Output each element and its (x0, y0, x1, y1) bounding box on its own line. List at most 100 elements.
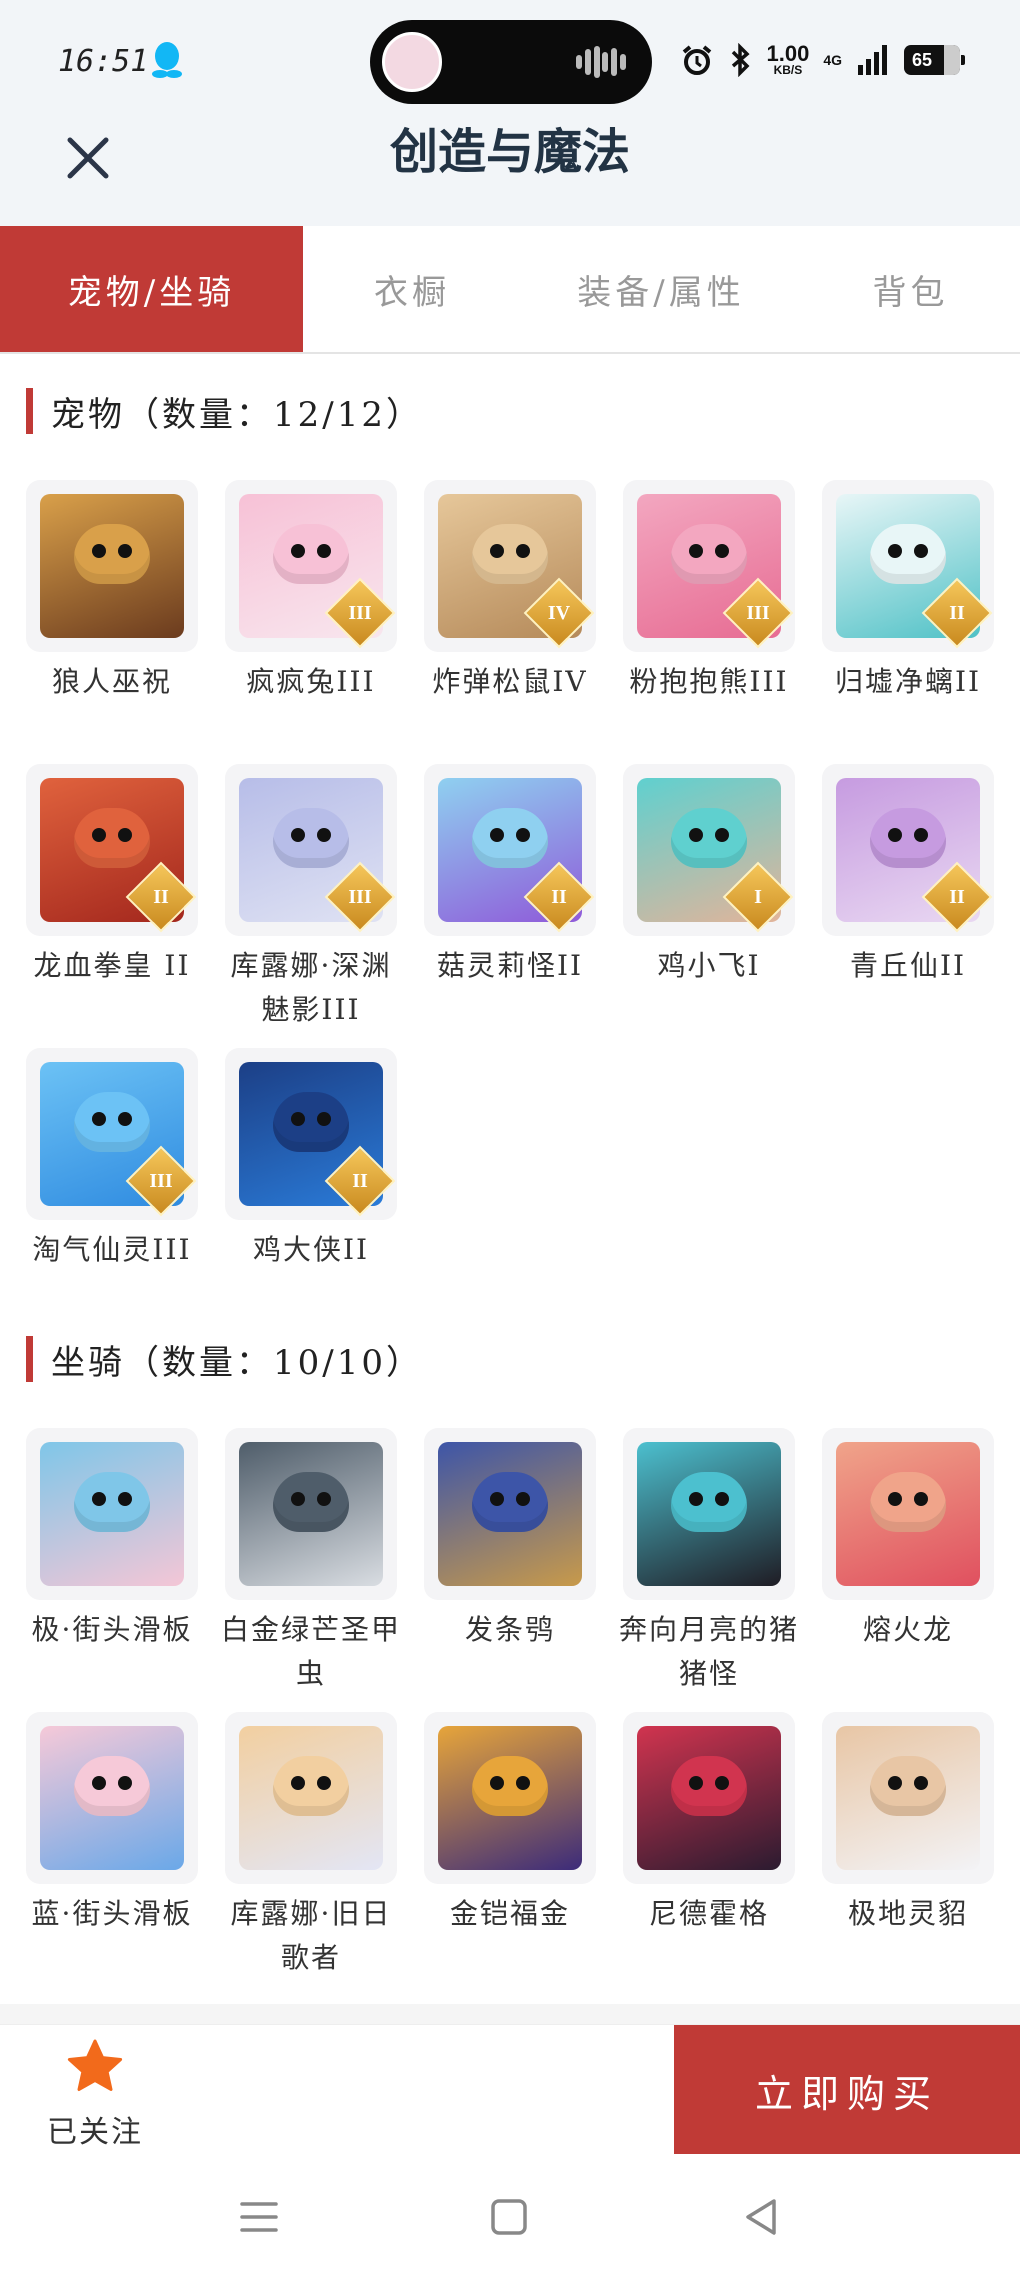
mount-name: 极地灵貂 (847, 1897, 968, 1930)
pet-thumbnail: II (424, 764, 596, 936)
mount-figure-eye (490, 1492, 504, 1506)
pet-card[interactable]: II 龙血拳皇 II (26, 764, 198, 988)
pet-figure-eye (92, 544, 106, 558)
tab-backpack[interactable]: 背包 (801, 226, 1020, 352)
mount-figure-eye (92, 1492, 106, 1506)
rank-badge-label: II (352, 1169, 368, 1192)
mount-figure-eye (689, 1776, 703, 1790)
tab-equipment-attributes[interactable]: 装备/属性 (521, 226, 801, 352)
pet-card[interactable]: II 青丘仙II (822, 764, 994, 988)
mount-thumbnail (623, 1428, 795, 1600)
pet-card[interactable]: III 疯疯兔III (225, 480, 397, 704)
pet-card[interactable]: II 菇灵莉怪II (424, 764, 596, 988)
mount-figure-eye (914, 1776, 928, 1790)
mount-figure-eye (914, 1492, 928, 1506)
pet-name: 归墟净螭II (834, 665, 982, 698)
pet-figure-eye (118, 544, 132, 558)
pet-figure (74, 524, 150, 584)
network-speed: 1.00 KB/S (766, 41, 810, 77)
home-icon[interactable] (484, 2192, 534, 2242)
pet-card[interactable]: III 粉抱抱熊III (623, 480, 795, 704)
back-icon[interactable] (736, 2192, 786, 2242)
mount-figure (273, 1756, 349, 1816)
tab-wardrobe[interactable]: 衣橱 (303, 226, 521, 352)
mount-card[interactable]: 极地灵貂 (822, 1712, 994, 1936)
mount-figure (870, 1756, 946, 1816)
pet-name: 龙血拳皇 II (33, 949, 191, 982)
rank-badge-label: III (149, 1169, 173, 1192)
pet-figure (472, 524, 548, 584)
battery-indicator: 65 (904, 45, 965, 75)
mount-card[interactable]: 发条鸮 (424, 1428, 596, 1652)
mount-figure-eye (118, 1776, 132, 1790)
pet-figure-eye (516, 828, 530, 842)
mount-figure-eye (689, 1492, 703, 1506)
mount-card[interactable]: 极·街头滑板 (26, 1428, 198, 1652)
mount-card[interactable]: 奔向月亮的猪猪怪 (619, 1428, 797, 1696)
pet-card[interactable]: III 库露娜·深渊魅影III (225, 764, 397, 1032)
status-bar: 16:51 1.00 KB/S 4G 65 (0, 0, 1020, 120)
mount-card[interactable]: 白金绿芒圣甲虫 (221, 1428, 399, 1696)
pet-card[interactable]: 狼人巫祝 (26, 480, 198, 704)
follow-button[interactable]: 已关注 (40, 2037, 150, 2151)
rank-badge-label: II (551, 885, 567, 908)
mount-figure-eye (317, 1492, 331, 1506)
bottom-action-bar: 已关注 立即购买 (0, 2024, 1020, 2155)
mount-card[interactable]: 库露娜·旧日歌者 (225, 1712, 397, 1980)
pet-figure-eye (92, 828, 106, 842)
pet-name: 青丘仙II (849, 949, 967, 982)
dynamic-island[interactable] (370, 20, 652, 104)
pet-figure (273, 808, 349, 868)
pet-card[interactable]: IV 炸弹松鼠IV (424, 480, 596, 704)
mount-name: 蓝·街头滑板 (31, 1897, 193, 1930)
follow-label: 已关注 (47, 2115, 143, 2150)
mount-name: 发条鸮 (464, 1613, 555, 1646)
pet-name: 狼人巫祝 (51, 665, 172, 698)
pet-name: 鸡小飞I (657, 949, 761, 982)
menu-icon[interactable] (234, 2192, 284, 2242)
pet-figure (74, 808, 150, 868)
pet-name: 粉抱抱熊III (629, 665, 789, 698)
pet-figure-eye (689, 544, 703, 558)
pet-figure-eye (490, 828, 504, 842)
pet-thumbnail: I (623, 764, 795, 936)
close-button[interactable] (58, 128, 118, 188)
music-avatar (382, 32, 442, 92)
pet-thumbnail: III (225, 764, 397, 936)
pet-card[interactable]: II 鸡大侠II (225, 1048, 397, 1272)
signal-icon (858, 45, 887, 75)
pet-card[interactable]: I 鸡小飞I (623, 764, 795, 988)
pet-thumbnail: II (822, 480, 994, 652)
mount-thumbnail (225, 1428, 397, 1600)
pet-name: 库露娜·深渊魅影III (230, 949, 392, 1026)
buy-now-button[interactable]: 立即购买 (674, 2025, 1020, 2155)
pet-figure-eye (317, 544, 331, 558)
pet-card[interactable]: III 淘气仙灵III (26, 1048, 198, 1272)
divider (0, 2004, 1020, 2024)
rank-badge-label: I (754, 885, 762, 908)
mount-figure (74, 1756, 150, 1816)
mount-card[interactable]: 蓝·街头滑板 (26, 1712, 198, 1936)
mount-card[interactable]: 尼德霍格 (623, 1712, 795, 1936)
pet-card[interactable]: II 归墟净螭II (822, 480, 994, 704)
rank-badge-label: III (746, 601, 770, 624)
pet-figure (74, 1092, 150, 1152)
mount-name: 白金绿芒圣甲虫 (220, 1613, 401, 1690)
mount-card[interactable]: 熔火龙 (822, 1428, 994, 1652)
mount-figure-eye (715, 1776, 729, 1790)
mount-card[interactable]: 金铠福金 (424, 1712, 596, 1936)
pet-figure-eye (914, 828, 928, 842)
mount-name: 库露娜·旧日歌者 (230, 1897, 392, 1974)
mount-name: 尼德霍格 (648, 1897, 769, 1930)
mount-figure-eye (888, 1492, 902, 1506)
pet-figure-eye (291, 828, 305, 842)
mount-thumbnail (225, 1712, 397, 1884)
status-icons: 1.00 KB/S 4G 65 (680, 38, 965, 82)
tab-pets-mounts[interactable]: 宠物/坐骑 (0, 226, 303, 352)
mount-thumbnail (26, 1712, 198, 1884)
mount-figure-eye (888, 1776, 902, 1790)
mount-figure-eye (118, 1492, 132, 1506)
mount-figure (671, 1756, 747, 1816)
pet-thumbnail (26, 480, 198, 652)
pet-figure (273, 524, 349, 584)
